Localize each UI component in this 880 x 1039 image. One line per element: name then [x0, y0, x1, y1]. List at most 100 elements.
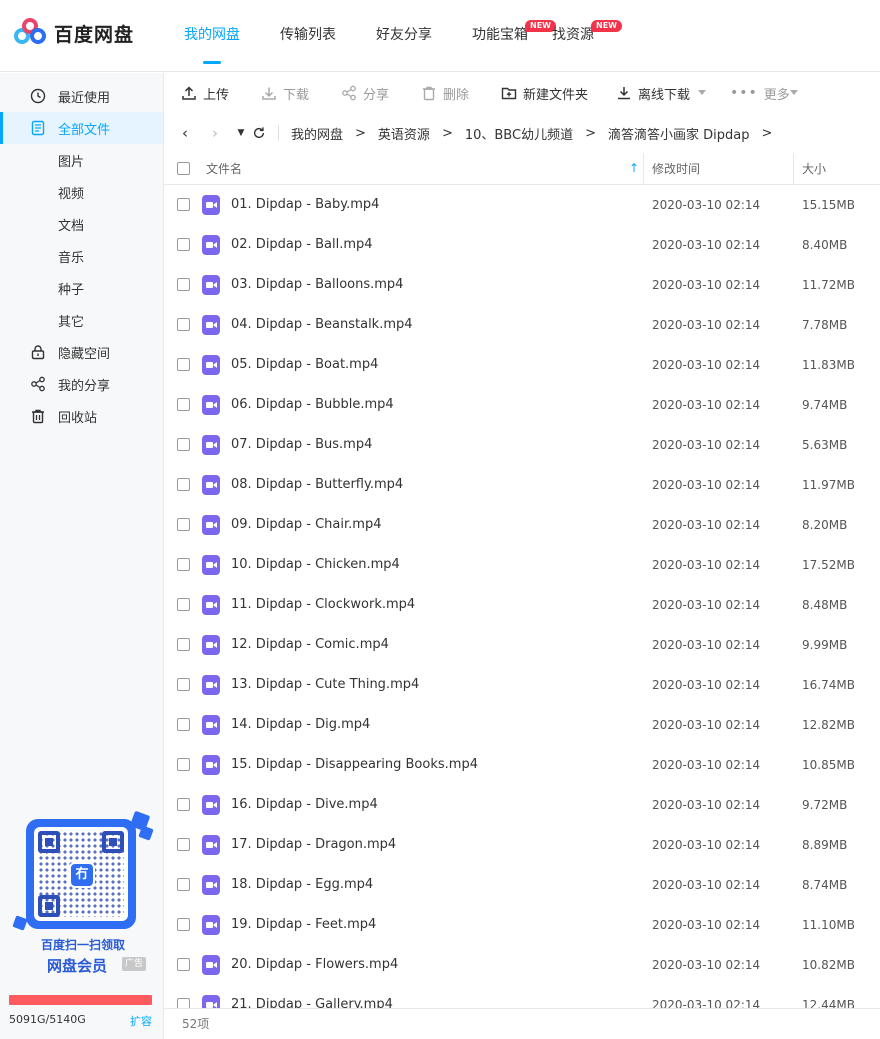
new-folder-button[interactable]: 新建文件夹: [501, 73, 588, 113]
table-row[interactable]: 13. Dipdap - Cute Thing.mp4 2020-03-10 02…: [164, 665, 880, 705]
chevron-down-icon[interactable]: [698, 90, 706, 95]
file-name[interactable]: 09. Dipdap - Chair.mp4: [231, 505, 381, 545]
breadcrumb-item[interactable]: 我的网盘: [291, 124, 343, 143]
table-row[interactable]: 09. Dipdap - Chair.mp4 2020-03-10 02:14 8.…: [164, 505, 880, 545]
sidebar-item-images[interactable]: 图片: [0, 144, 163, 176]
history-dropdown[interactable]: ▼: [232, 123, 250, 143]
file-name[interactable]: 10. Dipdap - Chicken.mp4: [231, 545, 400, 585]
expand-storage-link[interactable]: 扩容: [130, 1013, 152, 1029]
file-name[interactable]: 16. Dipdap - Dive.mp4: [231, 785, 378, 825]
table-row[interactable]: 20. Dipdap - Flowers.mp4 2020-03-10 02:14…: [164, 945, 880, 985]
file-name[interactable]: 06. Dipdap - Bubble.mp4: [231, 385, 394, 425]
app-logo[interactable]: 百度网盘: [14, 18, 134, 48]
download-button[interactable]: 下载: [261, 73, 309, 113]
file-name[interactable]: 12. Dipdap - Comic.mp4: [231, 625, 389, 665]
row-checkbox[interactable]: [177, 198, 190, 211]
row-checkbox[interactable]: [177, 518, 190, 531]
row-checkbox[interactable]: [177, 358, 190, 371]
row-checkbox[interactable]: [177, 718, 190, 731]
vip-promo-ad[interactable]: 冇 百度扫一扫领取 网盘会员 广告: [12, 810, 154, 983]
file-name[interactable]: 20. Dipdap - Flowers.mp4: [231, 945, 398, 985]
sidebar-item-torrents[interactable]: 种子: [0, 272, 163, 304]
sidebar-item-my-shares[interactable]: 我的分享: [0, 368, 163, 400]
row-checkbox[interactable]: [177, 838, 190, 851]
table-row[interactable]: 06. Dipdap - Bubble.mp4 2020-03-10 02:14 9…: [164, 385, 880, 425]
row-checkbox[interactable]: [177, 798, 190, 811]
row-checkbox[interactable]: [177, 998, 190, 1008]
sidebar-item-videos[interactable]: 视频: [0, 176, 163, 208]
table-row[interactable]: 16. Dipdap - Dive.mp4 2020-03-10 02:14 9.7…: [164, 785, 880, 825]
table-row[interactable]: 01. Dipdap - Baby.mp4 2020-03-10 02:14 15.…: [164, 185, 880, 225]
table-row[interactable]: 02. Dipdap - Ball.mp4 2020-03-10 02:14 8.4…: [164, 225, 880, 265]
breadcrumb-item[interactable]: 10、BBC幼儿频道: [465, 124, 573, 143]
file-name[interactable]: 05. Dipdap - Boat.mp4: [231, 345, 378, 385]
nav-friend-share[interactable]: 好友分享: [356, 0, 452, 72]
column-divider[interactable]: [643, 153, 644, 185]
breadcrumb-item[interactable]: 英语资源: [378, 124, 430, 143]
breadcrumb-item[interactable]: 滴答滴答小画家 Dipdap: [608, 124, 749, 143]
row-checkbox[interactable]: [177, 638, 190, 651]
table-row[interactable]: 04. Dipdap - Beanstalk.mp4 2020-03-10 02:…: [164, 305, 880, 345]
column-divider[interactable]: [793, 153, 794, 185]
file-name[interactable]: 08. Dipdap - Butterfly.mp4: [231, 465, 403, 505]
row-checkbox[interactable]: [177, 878, 190, 891]
table-row[interactable]: 21. Dipdap - Gallery.mp4 2020-03-10 02:14…: [164, 985, 880, 1008]
file-name[interactable]: 21. Dipdap - Gallery.mp4: [231, 985, 393, 1008]
table-row[interactable]: 03. Dipdap - Balloons.mp4 2020-03-10 02:1…: [164, 265, 880, 305]
table-row[interactable]: 08. Dipdap - Butterfly.mp4 2020-03-10 02:…: [164, 465, 880, 505]
offline-download-button[interactable]: 离线下载: [616, 73, 690, 113]
column-header-modified[interactable]: 修改时间: [652, 153, 700, 185]
file-name[interactable]: 15. Dipdap - Disappearing Books.mp4: [231, 745, 478, 785]
column-header-name[interactable]: 文件名: [206, 153, 242, 185]
table-row[interactable]: 12. Dipdap - Comic.mp4 2020-03-10 02:14 9.…: [164, 625, 880, 665]
table-row[interactable]: 11. Dipdap - Clockwork.mp4 2020-03-10 02:…: [164, 585, 880, 625]
file-name[interactable]: 02. Dipdap - Ball.mp4: [231, 225, 373, 265]
sidebar-item-documents[interactable]: 文档: [0, 208, 163, 240]
sidebar-item-hidden-space[interactable]: 隐藏空间: [0, 336, 163, 368]
delete-button[interactable]: 删除: [421, 73, 469, 113]
row-checkbox[interactable]: [177, 758, 190, 771]
file-name[interactable]: 13. Dipdap - Cute Thing.mp4: [231, 665, 419, 705]
chevron-down-icon[interactable]: [790, 90, 798, 95]
share-button[interactable]: 分享: [341, 73, 389, 113]
table-row[interactable]: 18. Dipdap - Egg.mp4 2020-03-10 02:14 8.74…: [164, 865, 880, 905]
column-header-size[interactable]: 大小: [802, 153, 826, 185]
table-row[interactable]: 19. Dipdap - Feet.mp4 2020-03-10 02:14 11.…: [164, 905, 880, 945]
table-row[interactable]: 05. Dipdap - Boat.mp4 2020-03-10 02:14 11.…: [164, 345, 880, 385]
sidebar-item-music[interactable]: 音乐: [0, 240, 163, 272]
row-checkbox[interactable]: [177, 278, 190, 291]
refresh-button[interactable]: [250, 123, 268, 143]
upload-button[interactable]: 上传: [181, 73, 229, 113]
row-checkbox[interactable]: [177, 238, 190, 251]
sidebar-item-recycle-bin[interactable]: 回收站: [0, 400, 163, 432]
sidebar-item-recent[interactable]: 最近使用: [0, 80, 163, 112]
forward-button[interactable]: ›: [206, 123, 224, 143]
sidebar-item-all-files[interactable]: 全部文件: [0, 112, 163, 144]
table-row[interactable]: 17. Dipdap - Dragon.mp4 2020-03-10 02:14 8…: [164, 825, 880, 865]
breadcrumb-separator[interactable]: >: [761, 126, 772, 141]
nav-find-resources[interactable]: 找资源 NEW: [548, 0, 622, 72]
select-all-checkbox[interactable]: [177, 162, 190, 175]
file-name[interactable]: 19. Dipdap - Feet.mp4: [231, 905, 376, 945]
file-name[interactable]: 04. Dipdap - Beanstalk.mp4: [231, 305, 413, 345]
row-checkbox[interactable]: [177, 598, 190, 611]
row-checkbox[interactable]: [177, 398, 190, 411]
file-name[interactable]: 14. Dipdap - Dig.mp4: [231, 705, 370, 745]
table-row[interactable]: 10. Dipdap - Chicken.mp4 2020-03-10 02:14…: [164, 545, 880, 585]
table-row[interactable]: 07. Dipdap - Bus.mp4 2020-03-10 02:14 5.63…: [164, 425, 880, 465]
row-checkbox[interactable]: [177, 678, 190, 691]
nav-my-netdisk[interactable]: 我的网盘: [164, 0, 260, 72]
row-checkbox[interactable]: [177, 478, 190, 491]
row-checkbox[interactable]: [177, 918, 190, 931]
sidebar-item-other[interactable]: 其它: [0, 304, 163, 336]
file-name[interactable]: 17. Dipdap - Dragon.mp4: [231, 825, 396, 865]
nav-transfer-list[interactable]: 传输列表: [260, 0, 356, 72]
table-row[interactable]: 15. Dipdap - Disappearing Books.mp4 2020-…: [164, 745, 880, 785]
file-name[interactable]: 03. Dipdap - Balloons.mp4: [231, 265, 403, 305]
table-row[interactable]: 14. Dipdap - Dig.mp4 2020-03-10 02:14 12.8…: [164, 705, 880, 745]
file-name[interactable]: 11. Dipdap - Clockwork.mp4: [231, 585, 415, 625]
more-button[interactable]: ••• 更多: [730, 73, 790, 113]
nav-toolbox[interactable]: 功能宝箱 NEW: [452, 0, 556, 72]
row-checkbox[interactable]: [177, 438, 190, 451]
file-name[interactable]: 18. Dipdap - Egg.mp4: [231, 865, 373, 905]
